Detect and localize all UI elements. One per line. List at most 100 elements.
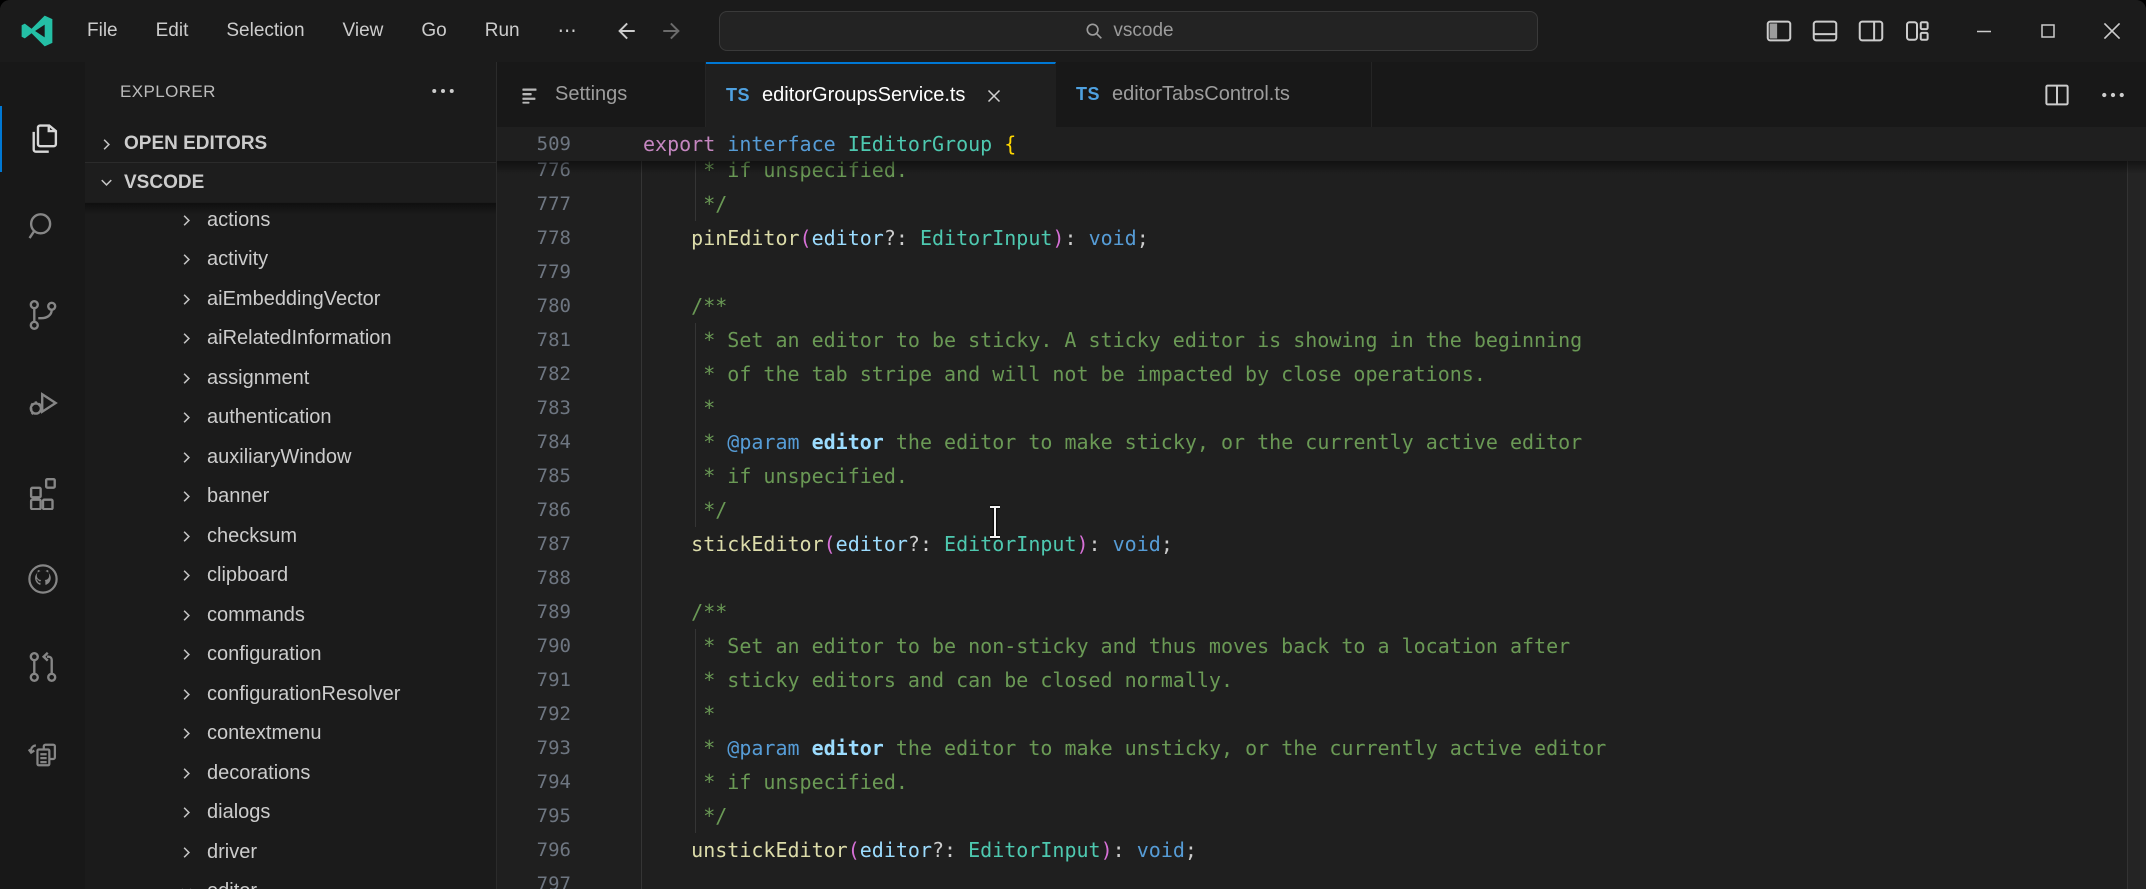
tree-item-checksum[interactable]: checksum: [85, 516, 496, 556]
code-line-785[interactable]: 785 * if unspecified.: [497, 459, 2146, 493]
chevron-right-icon: [177, 250, 196, 269]
chevron-right-icon: [177, 369, 196, 388]
sticky-code-line-509[interactable]: 509export interface IEditorGroup {: [497, 127, 2146, 161]
code-line-784[interactable]: 784 * @param editor the editor to make s…: [497, 425, 2146, 459]
search-value: vscode: [1113, 20, 1173, 42]
activity-extensions[interactable]: [0, 458, 85, 524]
indent-guide: [641, 323, 642, 357]
code-line-791[interactable]: 791 * sticky editors and can be closed n…: [497, 663, 2146, 697]
tree-item-dialogs[interactable]: dialogs: [85, 793, 496, 833]
tree-item-aiRelatedInformation[interactable]: aiRelatedInformation: [85, 319, 496, 359]
tree-item-label: editor: [207, 880, 257, 889]
menu-edit[interactable]: Edit: [141, 14, 204, 48]
line-number: 781: [497, 323, 571, 357]
tab-editorgroupsservice-ts[interactable]: TSeditorGroupsService.ts: [706, 62, 1056, 127]
code-line-786[interactable]: 786 */: [497, 493, 2146, 527]
close-tab-icon[interactable]: [983, 85, 1005, 107]
tree-item-banner[interactable]: banner: [85, 477, 496, 517]
command-center-search[interactable]: vscode: [719, 11, 1538, 51]
explorer-more-actions-icon[interactable]: [428, 76, 458, 106]
tree-item-label: checksum: [207, 525, 297, 548]
menu-selection[interactable]: Selection: [211, 14, 319, 48]
navigate-back-icon[interactable]: [612, 18, 638, 44]
tree-item-actions[interactable]: actions: [85, 200, 496, 240]
code-line-796[interactable]: 796 unstickEditor(editor?: EditorInput):…: [497, 833, 2146, 867]
menu-[interactable]: ⋯: [543, 14, 592, 49]
toggle-secondary-sidebar-icon[interactable]: [1856, 16, 1886, 46]
tree-item-clipboard[interactable]: clipboard: [85, 556, 496, 596]
menu-file[interactable]: File: [72, 14, 133, 48]
split-editor-icon[interactable]: [2042, 80, 2072, 110]
tree-item-commands[interactable]: commands: [85, 595, 496, 635]
toggle-primary-sidebar-icon[interactable]: [1764, 16, 1794, 46]
indent-guide: [641, 459, 642, 493]
tree-item-aiEmbeddingVector[interactable]: aiEmbeddingVector: [85, 279, 496, 319]
tree-item-label: commands: [207, 604, 305, 627]
code-line-787[interactable]: 787 stickEditor(editor?: EditorInput): v…: [497, 527, 2146, 561]
code-line-792[interactable]: 792 *: [497, 697, 2146, 731]
navigate-forward-icon[interactable]: [660, 18, 686, 44]
code-line-779[interactable]: 779: [497, 255, 2146, 289]
tab-label: editorTabsControl.ts: [1112, 83, 1290, 106]
code-line-795[interactable]: 795 */: [497, 799, 2146, 833]
git-pull-request-icon: [24, 648, 62, 686]
tree-item-editor[interactable]: editor: [85, 872, 496, 889]
code-line-777[interactable]: 777 */: [497, 187, 2146, 221]
settings-sliders-icon: [517, 82, 543, 108]
code-line-789[interactable]: 789 /**: [497, 595, 2146, 629]
menu-view[interactable]: View: [328, 14, 399, 48]
tree-item-contextmenu[interactable]: contextmenu: [85, 714, 496, 754]
indent-guide: [641, 595, 642, 629]
code-line-797[interactable]: 797: [497, 867, 2146, 889]
code-line-780[interactable]: 780 /**: [497, 289, 2146, 323]
open-editors-section[interactable]: OPEN EDITORS: [85, 126, 496, 162]
layout-controls: [1764, 0, 1932, 62]
more-actions-icon[interactable]: [2098, 80, 2128, 110]
editor-scrollbar[interactable]: [2127, 127, 2146, 889]
tree-item-decorations[interactable]: decorations: [85, 753, 496, 793]
activity-github[interactable]: [0, 546, 85, 612]
activity-source-control[interactable]: [0, 282, 85, 348]
menu-run[interactable]: Run: [470, 14, 535, 48]
maximize-button[interactable]: [2016, 0, 2080, 62]
tree-item-assignment[interactable]: assignment: [85, 358, 496, 398]
chevron-right-icon: [177, 803, 196, 822]
activity-pull-requests[interactable]: [0, 634, 85, 700]
activity-explorer[interactable]: [0, 106, 85, 172]
tree-item-configurationResolver[interactable]: configurationResolver: [85, 674, 496, 714]
close-button[interactable]: [2080, 0, 2144, 62]
code-editor[interactable]: 776 * if unspecified.777 */778 pinEditor…: [497, 127, 2146, 889]
activity-references[interactable]: [0, 722, 85, 788]
tree-item-auxiliaryWindow[interactable]: auxiliaryWindow: [85, 437, 496, 477]
vscode-root-folder[interactable]: VSCODE: [85, 162, 496, 202]
minimize-button[interactable]: [1952, 0, 2016, 62]
code-line-782[interactable]: 782 * of the tab stripe and will not be …: [497, 357, 2146, 391]
code-line-783[interactable]: 783 *: [497, 391, 2146, 425]
tree-item-configuration[interactable]: configuration: [85, 635, 496, 675]
code-line-788[interactable]: 788: [497, 561, 2146, 595]
line-number: 509: [497, 127, 571, 161]
code-line-790[interactable]: 790 * Set an editor to be non-sticky and…: [497, 629, 2146, 663]
code-text: *: [643, 697, 715, 731]
menu-go[interactable]: Go: [406, 14, 461, 48]
sticky-scroll-line[interactable]: 509export interface IEditorGroup {: [497, 127, 2146, 161]
tab-editortabscontrol-ts[interactable]: TSeditorTabsControl.ts: [1056, 62, 1372, 127]
code-line-781[interactable]: 781 * Set an editor to be sticky. A stic…: [497, 323, 2146, 357]
code-line-778[interactable]: 778 pinEditor(editor?: EditorInput): voi…: [497, 221, 2146, 255]
chevron-down-icon: [177, 882, 196, 889]
tree-item-authentication[interactable]: authentication: [85, 398, 496, 438]
code-text: */: [643, 493, 727, 527]
tab-settings[interactable]: Settings: [497, 62, 706, 127]
tree-item-activity[interactable]: activity: [85, 240, 496, 280]
code-text: * Set an editor to be sticky. A sticky e…: [643, 323, 1582, 357]
tree-item-driver[interactable]: driver: [85, 832, 496, 872]
code-text: /**: [643, 289, 727, 323]
tree-item-label: configuration: [207, 643, 322, 666]
code-line-794[interactable]: 794 * if unspecified.: [497, 765, 2146, 799]
toggle-panel-icon[interactable]: [1810, 16, 1840, 46]
activity-search[interactable]: [0, 194, 85, 260]
chevron-right-icon: [177, 448, 196, 467]
code-line-793[interactable]: 793 * @param editor the editor to make u…: [497, 731, 2146, 765]
customize-layout-icon[interactable]: [1902, 16, 1932, 46]
activity-run-debug[interactable]: [0, 370, 85, 436]
